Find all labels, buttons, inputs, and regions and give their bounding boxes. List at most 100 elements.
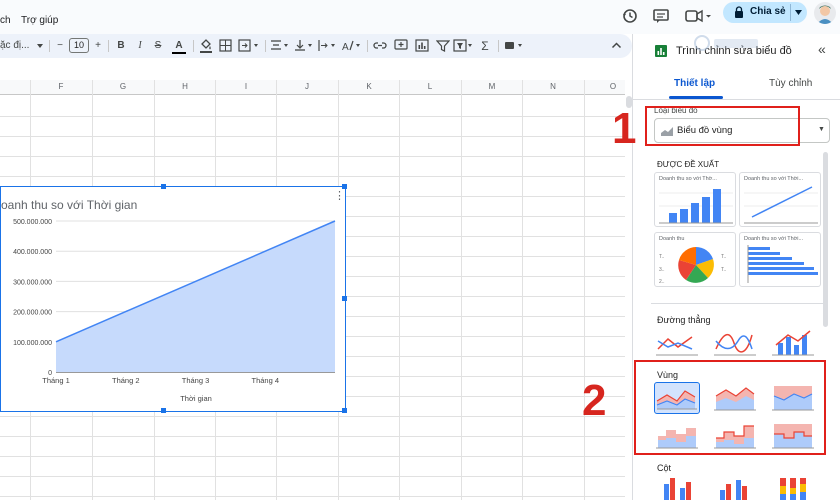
resize-handle[interactable]: [342, 296, 347, 301]
increase-font-size-button[interactable]: +: [93, 38, 103, 54]
resize-handle[interactable]: [161, 184, 166, 189]
column-header-o[interactable]: O: [603, 82, 623, 91]
insert-comment-icon[interactable]: [394, 39, 408, 52]
collapse-toolbar-icon[interactable]: [611, 40, 622, 51]
insert-chart-icon[interactable]: [415, 39, 429, 52]
resize-handle[interactable]: [342, 184, 347, 189]
lock-icon: [735, 6, 743, 18]
area-chart[interactable]: oanh thu so với Thời gian ⋮ 0 100.000.000…: [0, 184, 347, 413]
y-tick-label: 200.000.000: [13, 310, 52, 317]
text-rotation-icon[interactable]: A: [341, 39, 363, 52]
column-header-f[interactable]: F: [51, 82, 71, 91]
column-header-n[interactable]: N: [543, 82, 563, 91]
text-wrapping-icon[interactable]: [317, 39, 337, 52]
comment-icon[interactable]: [651, 6, 671, 26]
stacked-column-chart-option[interactable]: [712, 474, 758, 500]
menu-item-extensions[interactable]: ch: [0, 15, 11, 26]
annotation-number-1: 1: [612, 104, 637, 153]
toolbar-divider: [367, 40, 368, 52]
column-chart-icon: [664, 478, 691, 500]
suggested-pie-chart[interactable]: Doanh thu T.. 3.. 2.. T.. T..: [654, 232, 736, 287]
header-divider: [461, 80, 462, 95]
chevron-down-icon[interactable]: [795, 10, 802, 15]
version-history-icon[interactable]: [620, 6, 640, 26]
header-divider: [584, 80, 585, 95]
column-section-heading: Cột: [657, 463, 672, 473]
panel-scrollbar[interactable]: [823, 152, 828, 327]
100-percent-column-chart-option[interactable]: [770, 474, 816, 500]
chevron-down-icon: ▼: [818, 126, 825, 133]
grid-line: [584, 80, 585, 500]
header-divider: [215, 80, 216, 95]
resize-handle[interactable]: [161, 408, 166, 413]
filter-views-icon[interactable]: [453, 39, 475, 52]
svg-text:2..: 2..: [659, 279, 665, 285]
chart-editor-icon: [655, 45, 667, 57]
line-chart-option[interactable]: [654, 327, 700, 359]
horizontal-align-icon[interactable]: [270, 39, 290, 52]
meet-video-icon[interactable]: [683, 6, 713, 26]
menu-item-help[interactable]: Trợ giúp: [21, 15, 58, 26]
thumb-title: Doanh thu so với Thời...: [744, 176, 804, 182]
decrease-font-size-button[interactable]: −: [55, 38, 65, 54]
italic-button[interactable]: I: [134, 38, 146, 54]
tab-customize[interactable]: Tùy chỉnh: [769, 78, 812, 89]
share-divider: [790, 4, 791, 21]
avatar[interactable]: [814, 2, 836, 24]
suggested-bar-chart[interactable]: Doanh thu so với Thời...: [739, 232, 821, 287]
toolbar-divider: [108, 40, 109, 52]
suggested-line-chart[interactable]: Doanh thu so với Thời...: [739, 172, 821, 227]
share-button[interactable]: Chia sẻ: [723, 2, 807, 23]
column-header-k[interactable]: K: [359, 82, 379, 91]
header-divider: [522, 80, 523, 95]
smooth-line-chart-option[interactable]: [712, 327, 758, 359]
resize-handle[interactable]: [342, 408, 347, 413]
highlight-area-section: [634, 360, 826, 455]
watermark-logo: [694, 35, 758, 51]
grid-line: [0, 116, 625, 117]
text-color-button[interactable]: A: [172, 38, 186, 54]
svg-text:A: A: [342, 42, 349, 52]
y-tick-label: 300.000.000: [13, 279, 52, 286]
suggested-column-chart[interactable]: Doanh thu so với Thờ...: [654, 172, 736, 227]
functions-button[interactable]: Σ: [479, 38, 491, 54]
filter-icon[interactable]: [436, 39, 450, 52]
borders-icon[interactable]: [219, 39, 232, 52]
header-divider: [276, 80, 277, 95]
x-tick-label: Tháng 1: [42, 376, 70, 385]
chevron-down-icon: [37, 44, 43, 48]
x-tick-label: Tháng 3: [182, 376, 210, 385]
font-family-select[interactable]: ặc đị...: [0, 38, 36, 54]
column-header-j[interactable]: J: [297, 82, 317, 91]
vertical-align-icon[interactable]: [294, 39, 314, 52]
column-header-g[interactable]: G: [113, 82, 133, 91]
grid-line: [0, 476, 625, 477]
merge-cells-icon[interactable]: [238, 39, 260, 52]
combo-chart-option[interactable]: [770, 327, 816, 359]
thumb-title: Doanh thu so với Thờ...: [659, 176, 717, 182]
fill-color-icon[interactable]: [199, 39, 213, 53]
font-size-input[interactable]: 10: [69, 38, 89, 53]
insert-link-icon[interactable]: [373, 39, 387, 52]
column-header-h[interactable]: H: [175, 82, 195, 91]
smooth-line-chart-icon: [714, 334, 756, 356]
collapse-panel-icon[interactable]: «: [818, 41, 826, 57]
column-header-l[interactable]: L: [420, 82, 440, 91]
column-header-i[interactable]: I: [236, 82, 256, 91]
tabs-divider: [633, 99, 840, 100]
column-chart-option[interactable]: [654, 474, 700, 500]
suggested-heading: ĐƯỢC ĐỀ XUẤT: [657, 160, 720, 169]
toolbar-divider: [265, 40, 266, 52]
chart-plot: 0100.000.000200.000.000300.000.000400.00…: [13, 219, 336, 403]
strikethrough-button[interactable]: S: [152, 38, 164, 54]
svg-text:T..: T..: [721, 254, 726, 260]
y-tick-label: 500.000.000: [13, 219, 52, 226]
tab-setup[interactable]: Thiết lập: [674, 78, 715, 89]
x-tick-label: Tháng 4: [251, 376, 279, 385]
header-divider: [30, 80, 31, 95]
column-header-m[interactable]: M: [482, 82, 502, 91]
bold-button[interactable]: B: [115, 38, 127, 54]
grid-line: [399, 80, 400, 500]
header-divider: [154, 80, 155, 95]
input-tools-icon[interactable]: [504, 39, 526, 52]
